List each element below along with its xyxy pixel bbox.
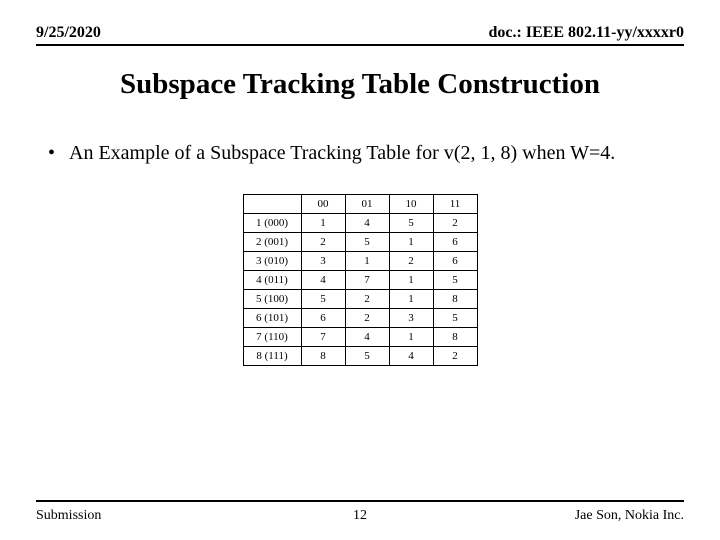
cell: 3 bbox=[389, 309, 433, 328]
cell: 5 bbox=[345, 233, 389, 252]
header-rule bbox=[36, 44, 684, 46]
footer-rule bbox=[36, 500, 684, 502]
cell: 4 bbox=[345, 328, 389, 347]
row-label: 2 (001) bbox=[243, 233, 301, 252]
cell: 2 bbox=[389, 252, 433, 271]
table-row: 2 (001) 2 5 1 6 bbox=[243, 233, 477, 252]
cell: 2 bbox=[345, 290, 389, 309]
page-title: Subspace Tracking Table Construction bbox=[36, 68, 684, 101]
cell: 3 bbox=[301, 252, 345, 271]
header-bar: 9/25/2020 doc.: IEEE 802.11-yy/xxxxr0 bbox=[36, 24, 684, 42]
cell: 1 bbox=[389, 271, 433, 290]
table-corner-cell bbox=[243, 195, 301, 214]
table-row: 6 (101) 6 2 3 5 bbox=[243, 309, 477, 328]
header-docref: doc.: IEEE 802.11-yy/xxxxr0 bbox=[488, 24, 684, 42]
table-row: 3 (010) 3 1 2 6 bbox=[243, 252, 477, 271]
footer-left: Submission bbox=[36, 508, 101, 524]
cell: 5 bbox=[389, 214, 433, 233]
col-header: 11 bbox=[433, 195, 477, 214]
table-wrapper: 00 01 10 11 1 (000) 1 4 5 2 2 (001) 2 5 bbox=[36, 194, 684, 366]
cell: 7 bbox=[301, 328, 345, 347]
table-header-row: 00 01 10 11 bbox=[243, 195, 477, 214]
cell: 2 bbox=[433, 347, 477, 366]
row-label: 1 (000) bbox=[243, 214, 301, 233]
footer-right: Jae Son, Nokia Inc. bbox=[575, 508, 684, 524]
header-date: 9/25/2020 bbox=[36, 24, 101, 42]
footer-bar: Submission 12 Jae Son, Nokia Inc. bbox=[36, 508, 684, 524]
cell: 6 bbox=[301, 309, 345, 328]
row-label: 5 (100) bbox=[243, 290, 301, 309]
cell: 1 bbox=[301, 214, 345, 233]
row-label: 3 (010) bbox=[243, 252, 301, 271]
table-row: 1 (000) 1 4 5 2 bbox=[243, 214, 477, 233]
col-header: 10 bbox=[389, 195, 433, 214]
cell: 6 bbox=[433, 233, 477, 252]
col-header: 00 bbox=[301, 195, 345, 214]
cell: 2 bbox=[433, 214, 477, 233]
cell: 5 bbox=[301, 290, 345, 309]
table-row: 5 (100) 5 2 1 8 bbox=[243, 290, 477, 309]
row-label: 8 (111) bbox=[243, 347, 301, 366]
slide-page: 9/25/2020 doc.: IEEE 802.11-yy/xxxxr0 Su… bbox=[0, 0, 720, 540]
row-label: 7 (110) bbox=[243, 328, 301, 347]
cell: 7 bbox=[345, 271, 389, 290]
row-label: 4 (011) bbox=[243, 271, 301, 290]
bullet-text: An Example of a Subspace Tracking Table … bbox=[69, 141, 615, 166]
cell: 8 bbox=[433, 328, 477, 347]
bullet-dot-icon: • bbox=[48, 141, 55, 166]
table-row: 4 (011) 4 7 1 5 bbox=[243, 271, 477, 290]
cell: 4 bbox=[345, 214, 389, 233]
cell: 1 bbox=[345, 252, 389, 271]
cell: 5 bbox=[433, 271, 477, 290]
cell: 2 bbox=[301, 233, 345, 252]
cell: 1 bbox=[389, 290, 433, 309]
col-header: 01 bbox=[345, 195, 389, 214]
cell: 4 bbox=[389, 347, 433, 366]
cell: 2 bbox=[345, 309, 389, 328]
table-row: 8 (111) 8 5 4 2 bbox=[243, 347, 477, 366]
cell: 4 bbox=[301, 271, 345, 290]
bullet-item: • An Example of a Subspace Tracking Tabl… bbox=[48, 141, 684, 166]
cell: 1 bbox=[389, 233, 433, 252]
tracking-table: 00 01 10 11 1 (000) 1 4 5 2 2 (001) 2 5 bbox=[243, 194, 478, 366]
cell: 8 bbox=[301, 347, 345, 366]
row-label: 6 (101) bbox=[243, 309, 301, 328]
cell: 6 bbox=[433, 252, 477, 271]
cell: 5 bbox=[433, 309, 477, 328]
cell: 5 bbox=[345, 347, 389, 366]
table-row: 7 (110) 7 4 1 8 bbox=[243, 328, 477, 347]
cell: 8 bbox=[433, 290, 477, 309]
cell: 1 bbox=[389, 328, 433, 347]
